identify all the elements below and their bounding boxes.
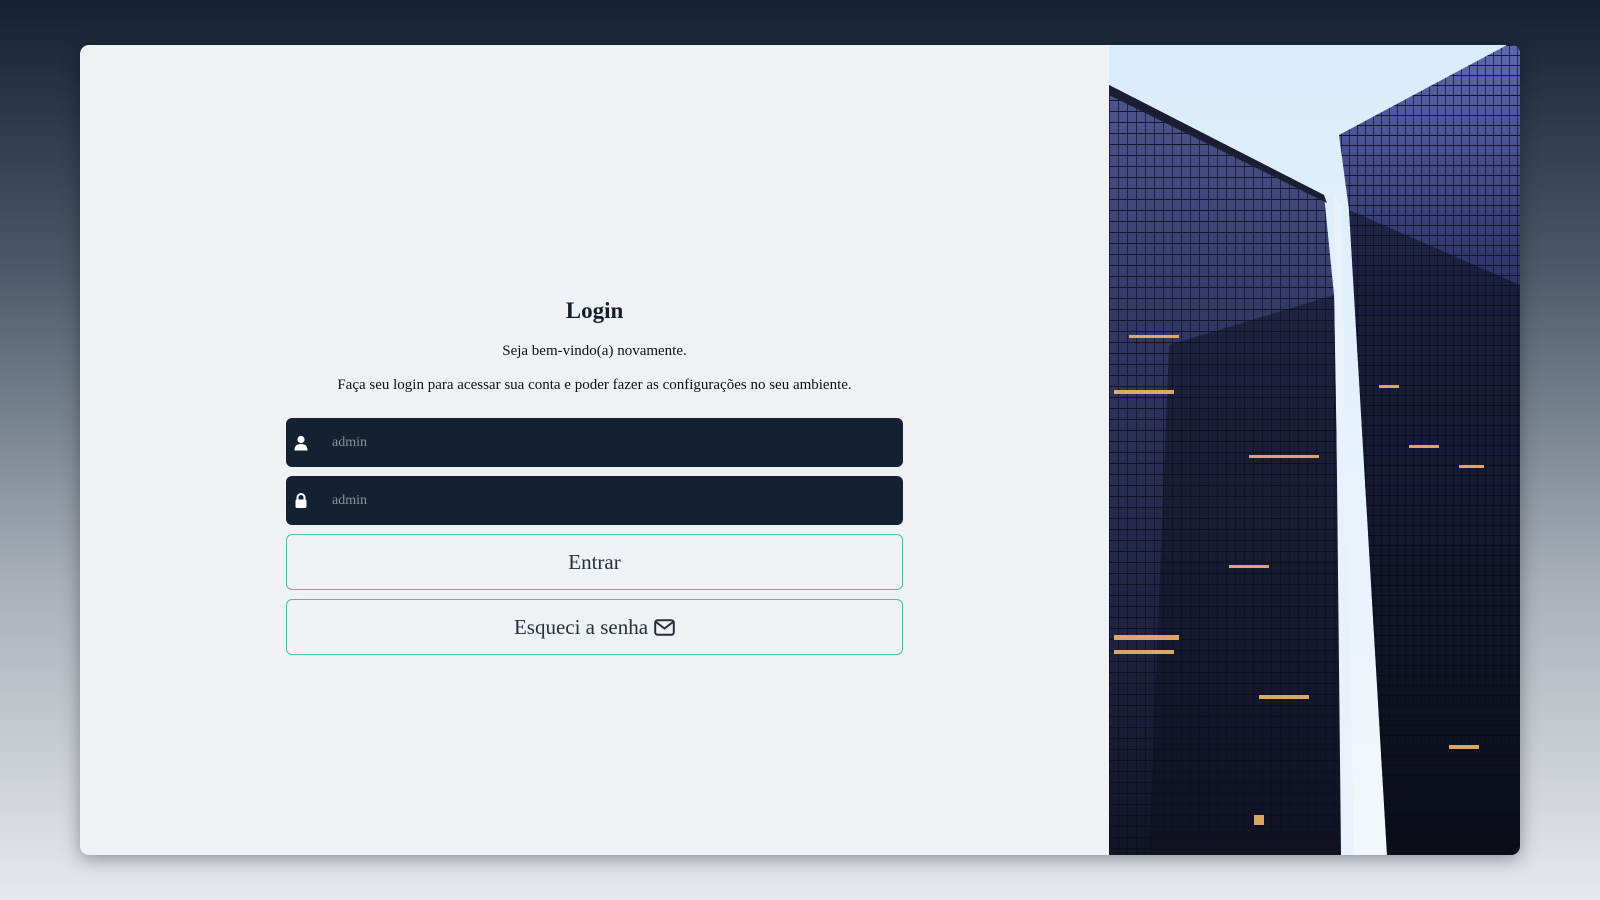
user-icon — [286, 418, 316, 467]
password-field — [286, 476, 903, 525]
submit-button[interactable]: Entrar — [286, 534, 903, 590]
envelope-icon — [654, 618, 675, 636]
login-description: Faça seu login para acessar sua conta e … — [337, 377, 852, 393]
password-input[interactable] — [316, 476, 903, 525]
forgot-password-button[interactable]: Esqueci a senha — [286, 599, 903, 655]
page-title: Login — [565, 298, 624, 323]
login-card: Login Seja bem-vindo(a) novamente. Faça … — [80, 45, 1520, 855]
username-field — [286, 418, 903, 467]
login-panel: Login Seja bem-vindo(a) novamente. Faça … — [80, 45, 1109, 855]
lock-icon — [286, 476, 316, 525]
forgot-password-label: Esqueci a senha — [513, 614, 649, 639]
username-input[interactable] — [316, 418, 903, 467]
welcome-text: Seja bem-vindo(a) novamente. — [502, 343, 687, 359]
submit-button-label: Entrar — [568, 549, 621, 574]
buildings-photo — [1109, 45, 1520, 855]
login-form: Login Seja bem-vindo(a) novamente. Faça … — [286, 297, 903, 664]
